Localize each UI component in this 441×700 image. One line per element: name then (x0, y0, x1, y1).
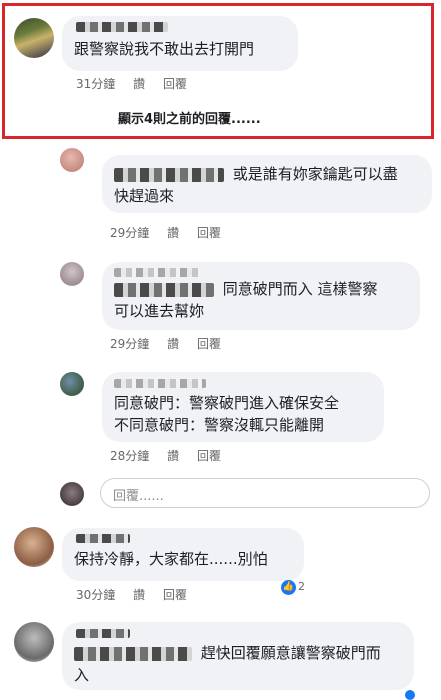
blurred-author-name (114, 282, 214, 297)
like-link[interactable]: 讚 (133, 588, 145, 602)
show-previous-replies-link[interactable]: 顯示4則之前的回覆...... (118, 108, 261, 127)
reply-placeholder: 回覆...... (113, 489, 164, 504)
comment-meta-1: 31分鐘 讚 回覆 (76, 75, 201, 92)
comment-bubble-4: 同意破門：警察破門進入確保安全 不同意破門：警察沒輒只能離開 (102, 372, 384, 442)
blurred-author-name (114, 268, 202, 277)
comment-bubble-3: 同意破門而入 這樣警察 可以進去幫妳 (102, 262, 420, 330)
comment-text: 或是誰有妳家鑰匙可以盡 (232, 165, 398, 183)
blurred-author-name (74, 646, 192, 661)
avatar[interactable] (60, 372, 84, 396)
blurred-author-name (114, 167, 224, 182)
thumbs-up-icon (405, 690, 415, 700)
comment-text-line2: 不同意破門：警察沒輒只能離開 (114, 416, 325, 434)
like-link[interactable]: 讚 (167, 337, 179, 351)
avatar[interactable] (60, 148, 84, 172)
comment-text: 同意破門而入 這樣警察 (222, 280, 378, 298)
thumbs-up-icon: 👍 (281, 580, 296, 595)
comment-bubble-1: 跟警察說我不敢出去打開門 (62, 16, 298, 71)
blurred-author-name (76, 22, 168, 32)
comment-time: 29分鐘 (110, 226, 150, 240)
blurred-author-name (76, 629, 130, 638)
comment-text: 趕快回覆願意讓警察破門而 (200, 644, 381, 662)
comment-text: 跟警察說我不敢出去打開門 (74, 40, 255, 58)
reply-link[interactable]: 回覆 (163, 588, 187, 602)
comment-bubble-6: 趕快回覆願意讓警察破門而 入 (62, 622, 414, 690)
comment-meta-5: 30分鐘 讚 回覆 (76, 586, 201, 603)
comment-meta-2: 29分鐘 讚 回覆 (110, 224, 235, 241)
comment-bubble-5: 保持冷靜，大家都在......別怕 (62, 528, 304, 581)
avatar (60, 482, 84, 506)
reply-input[interactable]: 回覆...... (100, 478, 430, 508)
comment-line: 或是誰有妳家鑰匙可以盡 (114, 163, 420, 185)
reply-link[interactable]: 回覆 (197, 226, 221, 240)
comment-text-line2: 入 (74, 666, 90, 684)
blurred-author-name (114, 379, 206, 388)
like-link[interactable]: 讚 (133, 77, 145, 91)
comment-bubble-2: 或是誰有妳家鑰匙可以盡 快趕過來 (102, 155, 432, 213)
comment-time: 30分鐘 (76, 588, 116, 602)
comment-text-line2: 可以進去幫妳 (114, 302, 205, 320)
like-link[interactable]: 讚 (167, 226, 179, 240)
comment-line: 同意破門而入 這樣警察 (114, 278, 408, 300)
comment-text-line2: 快趕過來 (114, 187, 175, 205)
comment-text: 保持冷靜，大家都在......別怕 (74, 550, 268, 568)
comment-line: 趕快回覆願意讓警察破門而 (74, 642, 402, 664)
comment-meta-4: 28分鐘 讚 回覆 (110, 447, 235, 464)
avatar[interactable] (14, 18, 54, 58)
reply-link[interactable]: 回覆 (163, 77, 187, 91)
comment-text-line1: 同意破門：警察破門進入確保安全 (114, 394, 340, 412)
comment-time: 31分鐘 (76, 77, 116, 91)
comment-meta-3: 29分鐘 讚 回覆 (110, 335, 235, 352)
avatar[interactable] (14, 622, 54, 662)
avatar[interactable] (60, 262, 84, 286)
comment-time: 28分鐘 (110, 449, 150, 463)
avatar[interactable] (14, 527, 54, 567)
blurred-author-name (76, 534, 130, 543)
reaction-count[interactable]: 2 (298, 580, 305, 593)
reply-link[interactable]: 回覆 (197, 449, 221, 463)
reply-link[interactable]: 回覆 (197, 337, 221, 351)
comment-time: 29分鐘 (110, 337, 150, 351)
like-link[interactable]: 讚 (167, 449, 179, 463)
